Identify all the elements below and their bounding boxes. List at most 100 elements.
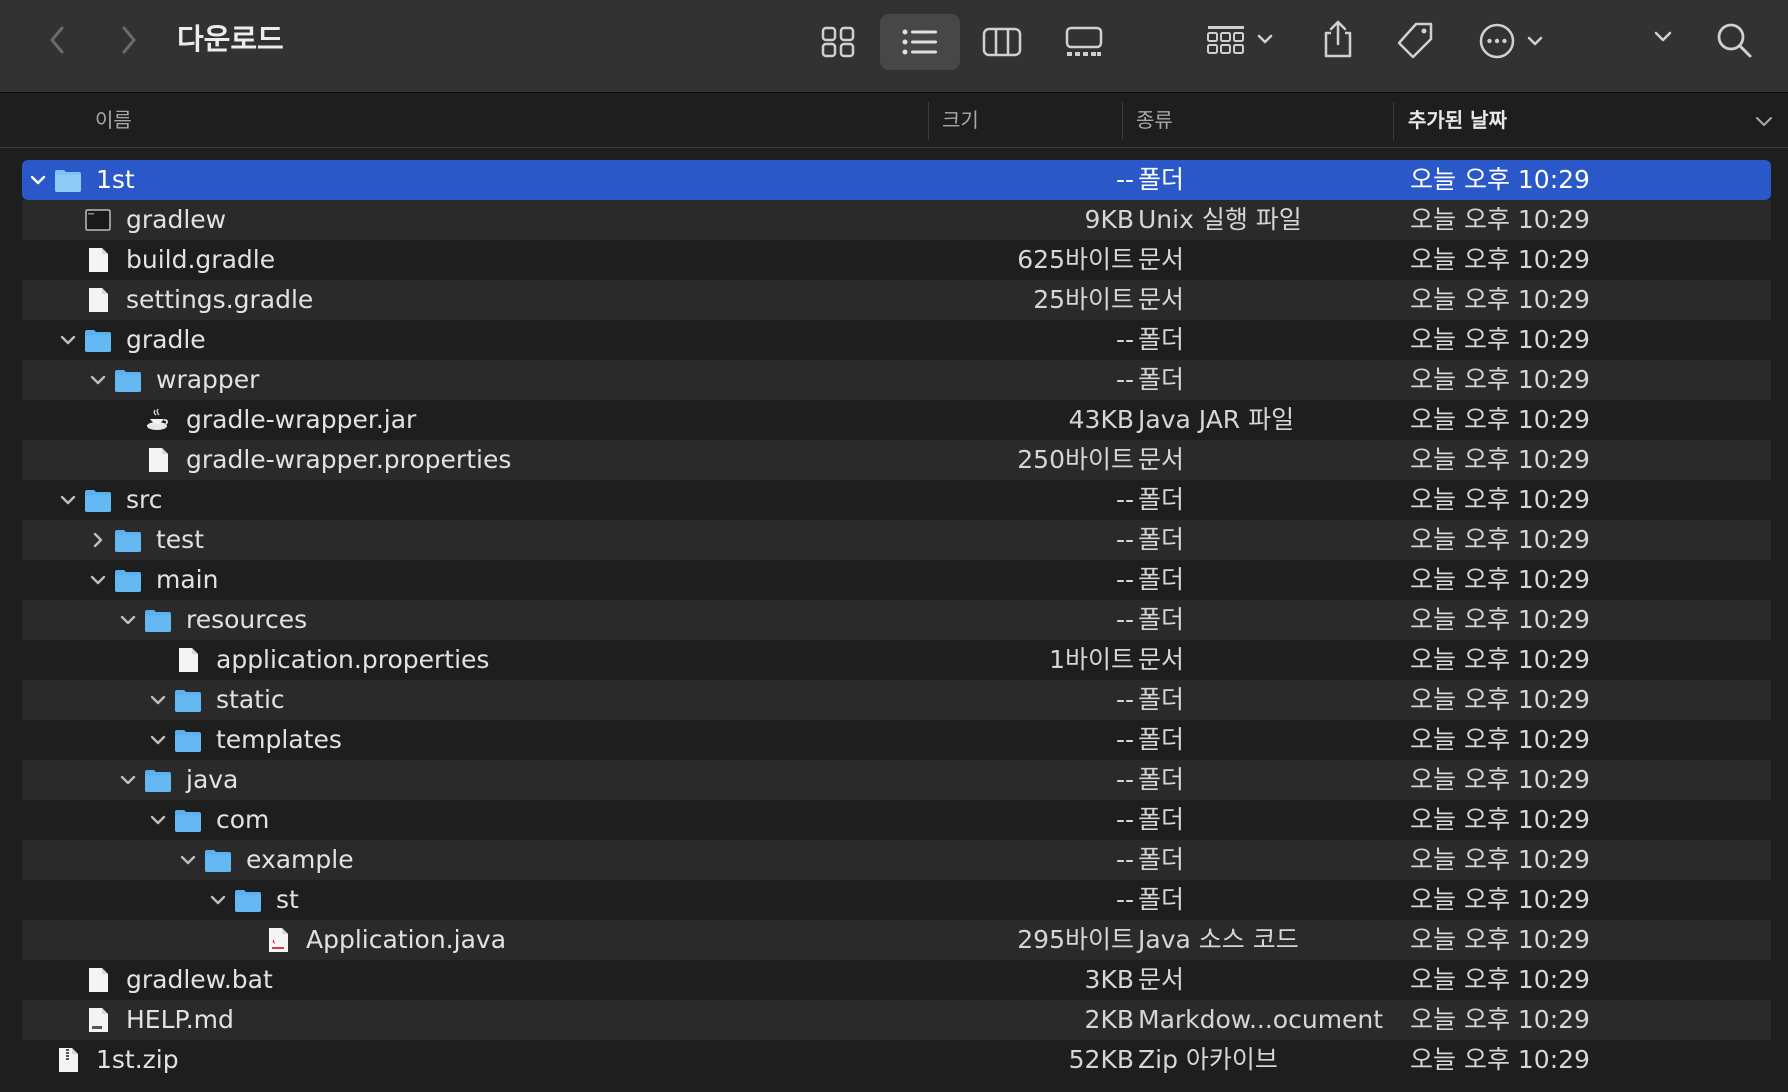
file-row[interactable]: gradle-wrapper.jar 43KB Java JAR 파일 오늘 오후 1…	[22, 400, 1771, 440]
disclosure-chevron-down-icon[interactable]	[148, 690, 168, 710]
date-added-column-header[interactable]: 추가된 날짜	[1408, 94, 1507, 147]
folder-icon	[55, 170, 81, 192]
back-button[interactable]	[36, 18, 80, 62]
file-row[interactable]: wrapper -- 폴더 오늘 오후 10:29	[22, 360, 1771, 400]
more-actions-button[interactable]	[1478, 18, 1550, 64]
folder-icon	[175, 810, 201, 832]
file-date-added: 오늘 오후 10:29	[1410, 405, 1590, 434]
disclosure-chevron-down-icon[interactable]	[28, 170, 48, 190]
disclosure-chevron-right-icon[interactable]	[88, 530, 108, 550]
file-row[interactable]: java -- 폴더 오늘 오후 10:29	[22, 760, 1771, 800]
file-row[interactable]: application.properties 1바이트 문서 오늘 오후 10:29	[22, 640, 1771, 680]
file-row[interactable]: resources -- 폴더 오늘 오후 10:29	[22, 600, 1771, 640]
file-row[interactable]: gradlew.bat 3KB 문서 오늘 오후 10:29	[22, 960, 1771, 1000]
document-icon	[149, 448, 168, 472]
folder-icon	[235, 890, 261, 912]
document-icon	[89, 288, 108, 312]
share-button[interactable]	[1314, 16, 1362, 64]
disclosure-chevron-down-icon[interactable]	[118, 610, 138, 630]
disclosure-chevron-down-icon[interactable]	[88, 370, 108, 390]
file-kind: 문서	[1138, 285, 1185, 314]
file-kind: 폴더	[1138, 845, 1185, 874]
file-row[interactable]: main -- 폴더 오늘 오후 10:29	[22, 560, 1771, 600]
file-date-added: 오늘 오후 10:29	[1410, 925, 1590, 954]
search-button[interactable]	[1714, 20, 1758, 64]
file-date-added: 오늘 오후 10:29	[1410, 885, 1590, 914]
file-row[interactable]: gradlew 9KB Unix 실행 파일 오늘 오후 10:29	[22, 200, 1771, 240]
file-date-added: 오늘 오후 10:29	[1410, 765, 1590, 794]
file-size: 625바이트	[1017, 245, 1134, 274]
document-icon	[89, 968, 108, 992]
file-name: gradlew.bat	[126, 965, 273, 994]
file-row[interactable]: templates -- 폴더 오늘 오후 10:29	[22, 720, 1771, 760]
icon-view-button[interactable]	[798, 14, 878, 70]
file-size: --	[1115, 325, 1134, 354]
file-name: test	[156, 525, 205, 554]
file-name: src	[126, 485, 163, 514]
file-date-added: 오늘 오후 10:29	[1410, 565, 1590, 594]
window-title: 다운로드	[177, 22, 284, 56]
file-kind: 폴더	[1138, 885, 1185, 914]
column-divider[interactable]	[1393, 102, 1394, 140]
file-kind: 폴더	[1138, 565, 1185, 594]
file-kind: 폴더	[1138, 365, 1185, 394]
size-column-header[interactable]: 크기	[942, 94, 979, 147]
file-row[interactable]: static -- 폴더 오늘 오후 10:29	[22, 680, 1771, 720]
folder-icon	[175, 690, 201, 712]
file-row[interactable]: gradle -- 폴더 오늘 오후 10:29	[22, 320, 1771, 360]
file-name: Application.java	[306, 925, 507, 954]
column-divider[interactable]	[1122, 102, 1123, 140]
file-kind: Java JAR 파일	[1138, 405, 1295, 434]
file-size: --	[1115, 525, 1134, 554]
file-date-added: 오늘 오후 10:29	[1410, 845, 1590, 874]
file-row[interactable]: com -- 폴더 오늘 오후 10:29	[22, 800, 1771, 840]
tag-button[interactable]	[1392, 18, 1440, 64]
column-divider[interactable]	[928, 102, 929, 140]
file-size: 52KB	[1068, 1045, 1134, 1074]
file-size: 9KB	[1084, 205, 1134, 234]
name-column-header[interactable]: 이름	[95, 94, 132, 147]
file-row[interactable]: gradle-wrapper.properties 250바이트 문서 오늘 오후 1…	[22, 440, 1771, 480]
java-jar-icon	[147, 408, 169, 430]
file-row[interactable]: settings.gradle 25바이트 문서 오늘 오후 10:29	[22, 280, 1771, 320]
file-row[interactable]: 1st.zip 52KB Zip 아카이브 오늘 오후 10:29	[22, 1040, 1771, 1080]
list-view-button[interactable]	[880, 14, 960, 70]
file-kind: Java 소스 코드	[1138, 925, 1299, 954]
file-row[interactable]: src -- 폴더 오늘 오후 10:29	[22, 480, 1771, 520]
disclosure-chevron-down-icon[interactable]	[88, 570, 108, 590]
disclosure-chevron-down-icon[interactable]	[208, 890, 228, 910]
group-button[interactable]	[1200, 18, 1280, 62]
file-row[interactable]: example -- 폴더 오늘 오후 10:29	[22, 840, 1771, 880]
file-row[interactable]: 1st -- 폴더 오늘 오후 10:29	[22, 160, 1771, 200]
disclosure-chevron-down-icon[interactable]	[58, 330, 78, 350]
sort-descending-chevron-icon[interactable]	[1754, 114, 1774, 130]
chevron-down-icon	[1654, 31, 1672, 42]
disclosure-chevron-down-icon[interactable]	[148, 730, 168, 750]
file-size: --	[1115, 845, 1134, 874]
file-kind: 폴더	[1138, 325, 1185, 354]
file-size: 25바이트	[1033, 285, 1134, 314]
file-size: 43KB	[1068, 405, 1134, 434]
gallery-view-button[interactable]	[1044, 14, 1124, 70]
disclosure-chevron-down-icon[interactable]	[58, 490, 78, 510]
forward-button[interactable]	[106, 18, 150, 62]
file-size: 295바이트	[1017, 925, 1134, 954]
column-view-button[interactable]	[962, 14, 1042, 70]
folder-icon	[205, 850, 231, 872]
disclosure-chevron-down-icon[interactable]	[178, 850, 198, 870]
disclosure-chevron-down-icon[interactable]	[118, 770, 138, 790]
file-row[interactable]: build.gradle 625바이트 문서 오늘 오후 10:29	[22, 240, 1771, 280]
gallery-view-icon	[1065, 26, 1103, 56]
file-row[interactable]: Application.java 295바이트 Java 소스 코드 오늘 오후 10…	[22, 920, 1771, 960]
file-row[interactable]: st -- 폴더 오늘 오후 10:29	[22, 880, 1771, 920]
chevron-down-icon	[1527, 36, 1543, 46]
document-icon	[89, 248, 108, 272]
file-row[interactable]: HELP.md 2KB Markdow...ocument 오늘 오후 10:29	[22, 1000, 1771, 1040]
kind-column-header[interactable]: 종류	[1136, 94, 1173, 147]
toolbar-overflow-button[interactable]	[1652, 28, 1678, 54]
file-size: --	[1115, 685, 1134, 714]
file-name: gradle-wrapper.properties	[186, 445, 512, 474]
disclosure-chevron-down-icon[interactable]	[148, 810, 168, 830]
chevron-left-icon	[50, 26, 64, 54]
file-row[interactable]: test -- 폴더 오늘 오후 10:29	[22, 520, 1771, 560]
